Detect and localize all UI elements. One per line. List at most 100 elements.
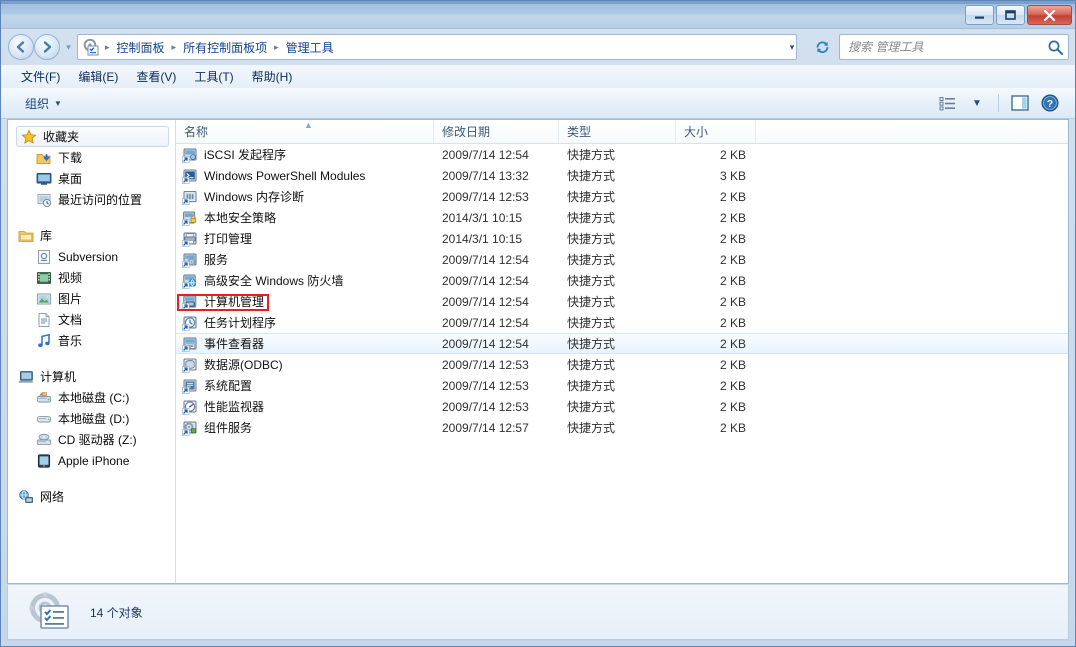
organize-label: 组织 [25, 95, 49, 112]
sidebar-item-desktop[interactable]: 桌面 [8, 168, 175, 189]
breadcrumb[interactable]: ▸ 控制面板 ▸ 所有控制面板项 ▸ 管理工具 [77, 34, 797, 60]
file-name-cell: 高级安全 Windows 防火墙 [176, 272, 434, 289]
status-bar: 14 个对象 [7, 585, 1069, 640]
sidebar-item-favorites[interactable]: 收藏夹 [16, 126, 169, 147]
videos-icon [36, 270, 52, 286]
file-size-cell: 2 KB [676, 190, 756, 204]
breadcrumb-separator: ▸ [103, 42, 112, 53]
navigation-pane[interactable]: 收藏夹 下载 桌面 [8, 120, 176, 583]
menu-edit[interactable]: 编辑(E) [70, 65, 126, 88]
table-row[interactable]: 任务计划程序2009/7/14 12:54快捷方式2 KB [176, 312, 1068, 333]
search-box[interactable] [839, 34, 1069, 60]
refresh-icon[interactable] [809, 35, 835, 59]
sidebar-item-computer[interactable]: 计算机 [8, 366, 175, 387]
sidebar-item-libraries[interactable]: 库 [8, 225, 175, 246]
administrative-tools-icon [28, 591, 72, 633]
file-size-cell: 3 KB [676, 169, 756, 183]
sidebar-item-label: 计算机 [40, 368, 76, 385]
file-size-cell: 2 KB [676, 274, 756, 288]
component-services-icon [182, 420, 198, 436]
sidebar-item-subversion[interactable]: Subversion [8, 246, 175, 267]
column-header-name[interactable]: 名称 ▲ [176, 120, 434, 143]
file-date-cell: 2009/7/14 12:54 [434, 316, 559, 330]
menu-view[interactable]: 查看(V) [128, 65, 184, 88]
sidebar-item-label: 图片 [58, 290, 82, 307]
file-name-cell: 性能监视器 [176, 398, 434, 415]
sidebar-item-pictures[interactable]: 图片 [8, 288, 175, 309]
breadcrumb-item-administrative-tools[interactable]: 管理工具 [281, 37, 339, 58]
table-row[interactable]: 组件服务2009/7/14 12:57快捷方式2 KB [176, 417, 1068, 438]
column-label: 修改日期 [442, 123, 490, 140]
organize-button[interactable]: 组织 ▼ [17, 91, 70, 116]
file-name-label: 打印管理 [204, 230, 252, 247]
column-header-date-modified[interactable]: 修改日期 [434, 120, 559, 143]
file-size-cell: 2 KB [676, 316, 756, 330]
table-row[interactable]: 服务2009/7/14 12:54快捷方式2 KB [176, 249, 1068, 270]
file-type-cell: 快捷方式 [559, 377, 676, 394]
close-button[interactable] [1027, 5, 1072, 25]
menu-help[interactable]: 帮助(H) [244, 65, 301, 88]
table-row[interactable]: iSCSI 发起程序2009/7/14 12:54快捷方式2 KB [176, 144, 1068, 165]
table-row[interactable]: 高级安全 Windows 防火墙2009/7/14 12:54快捷方式2 KB [176, 270, 1068, 291]
help-icon[interactable]: ? [1037, 91, 1063, 115]
table-row[interactable]: 数据源(ODBC)2009/7/14 12:53快捷方式2 KB [176, 354, 1068, 375]
column-label: 类型 [567, 123, 591, 140]
table-row[interactable]: 事件查看器2009/7/14 12:54快捷方式2 KB [176, 333, 1068, 354]
menu-tools[interactable]: 工具(T) [186, 65, 241, 88]
table-row[interactable]: 计算机管理2009/7/14 12:54快捷方式2 KB [176, 291, 1068, 312]
history-dropdown-icon[interactable]: ▾ [63, 42, 74, 52]
sidebar-item-label: Apple iPhone [58, 454, 129, 468]
control-panel-icon [82, 38, 101, 56]
back-button[interactable] [8, 34, 34, 60]
sidebar-spacer [8, 212, 175, 225]
breadcrumb-item-all-items[interactable]: 所有控制面板项 [178, 37, 272, 58]
file-name-label: 计算机管理 [204, 293, 264, 310]
sidebar-item-videos[interactable]: 视频 [8, 267, 175, 288]
title-bar [1, 1, 1075, 29]
sidebar-item-drive-d[interactable]: 本地磁盘 (D:) [8, 408, 175, 429]
sidebar-item-music[interactable]: 音乐 [8, 330, 175, 351]
sidebar-item-cd-drive[interactable]: CD 驱动器 (Z:) [8, 429, 175, 450]
file-date-cell: 2014/3/1 10:15 [434, 232, 559, 246]
toolbar-divider [998, 94, 999, 112]
sidebar-item-drive-c[interactable]: 本地磁盘 (C:) [8, 387, 175, 408]
view-dropdown-icon[interactable]: ▼ [964, 91, 990, 115]
search-input[interactable] [848, 40, 1047, 54]
preview-pane-icon[interactable] [1007, 91, 1033, 115]
sidebar-item-downloads[interactable]: 下载 [8, 147, 175, 168]
maximize-button[interactable] [996, 5, 1025, 25]
table-row[interactable]: 系统配置2009/7/14 12:53快捷方式2 KB [176, 375, 1068, 396]
sidebar-item-documents[interactable]: 文档 [8, 309, 175, 330]
sidebar-item-recent-places[interactable]: 最近访问的位置 [8, 189, 175, 210]
drive-icon [36, 411, 52, 427]
file-type-cell: 快捷方式 [559, 272, 676, 289]
sidebar-item-network[interactable]: 网络 [8, 486, 175, 507]
column-header-type[interactable]: 类型 [559, 120, 676, 143]
breadcrumb-item-control-panel[interactable]: 控制面板 [112, 37, 170, 58]
table-row[interactable]: 性能监视器2009/7/14 12:53快捷方式2 KB [176, 396, 1068, 417]
forward-button[interactable] [34, 34, 60, 60]
table-row[interactable]: 打印管理2014/3/1 10:15快捷方式2 KB [176, 228, 1068, 249]
file-date-cell: 2009/7/14 13:32 [434, 169, 559, 183]
file-date-cell: 2014/3/1 10:15 [434, 211, 559, 225]
minimize-button[interactable] [965, 5, 994, 25]
file-name-label: iSCSI 发起程序 [204, 146, 286, 163]
table-row[interactable]: Windows PowerShell Modules2009/7/14 13:3… [176, 165, 1068, 186]
breadcrumb-separator: ▸ [170, 42, 179, 53]
column-header-size[interactable]: 大小 [676, 120, 756, 143]
address-dropdown-icon[interactable]: ▾ [781, 35, 803, 59]
file-name-cell: Windows 内存诊断 [176, 188, 434, 205]
view-options-icon[interactable] [934, 91, 960, 115]
cd-drive-icon [36, 432, 52, 448]
menu-file[interactable]: 文件(F) [13, 65, 68, 88]
file-name-label: Windows 内存诊断 [204, 188, 304, 205]
table-row[interactable]: 本地安全策略2014/3/1 10:15快捷方式2 KB [176, 207, 1068, 228]
file-type-cell: 快捷方式 [559, 188, 676, 205]
column-label: 大小 [684, 123, 708, 140]
column-label: 名称 [184, 123, 208, 140]
table-row[interactable]: Windows 内存诊断2009/7/14 12:53快捷方式2 KB [176, 186, 1068, 207]
powershell-modules-icon [182, 168, 198, 184]
sidebar-item-apple-iphone[interactable]: Apple iPhone [8, 450, 175, 471]
file-size-cell: 2 KB [676, 358, 756, 372]
sidebar-item-label: 本地磁盘 (C:) [58, 389, 129, 406]
